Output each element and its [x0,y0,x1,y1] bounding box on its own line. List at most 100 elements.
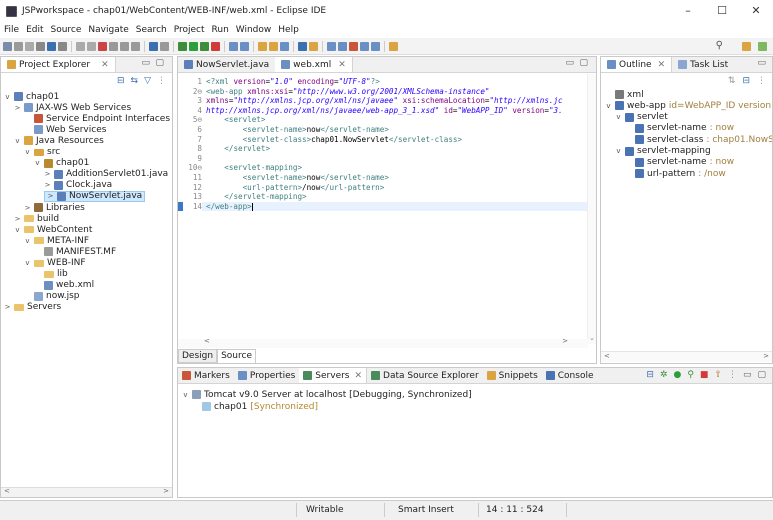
tab-servers[interactable]: Servers ✕ [299,368,368,383]
debug-icon[interactable] [178,41,187,51]
menu-source[interactable]: Source [51,25,82,35]
close-window-button[interactable]: ✕ [739,0,773,22]
tree-item[interactable]: v Java Resources [14,135,103,146]
code-line[interactable]: <servlet-class>chap01.NowServlet</servle… [206,135,462,144]
prev-annotation-icon[interactable] [338,41,347,51]
server-module-item[interactable]: chap01 [Synchronized] [202,401,318,412]
new-class-icon[interactable] [258,41,267,51]
step-into-icon[interactable] [109,41,118,51]
scroll-right-icon[interactable]: > [763,352,769,360]
tree-item[interactable]: > Servers [4,302,62,313]
publish-icon[interactable]: ⇧ [714,370,722,380]
code-line[interactable]: <?xml version="1.0" encoding="UTF-8"?> [206,77,380,86]
expand-toggle-icon[interactable]: v [24,148,31,156]
tree-item[interactable]: > AdditionServlet01.java [44,169,169,180]
horizontal-scrollbar[interactable]: < > [1,487,172,497]
collapse-all-icon[interactable]: ⊟ [117,76,125,86]
menu-help[interactable]: Help [278,25,299,35]
tree-item[interactable]: MANIFEST.MF [34,246,116,257]
tab-source[interactable]: Source [217,349,256,363]
expand-toggle-icon[interactable]: v [24,237,31,245]
close-icon[interactable]: ✕ [355,371,363,381]
minimize-editor-icon[interactable]: ▭ [565,58,574,68]
tree-item[interactable]: > Libraries [24,202,85,213]
external-tools-icon[interactable] [211,41,220,51]
run-icon[interactable] [189,41,198,51]
save-icon[interactable] [14,41,23,51]
tab-snippets[interactable]: Snippets [483,368,542,383]
code-line[interactable]: </servlet-mapping> [206,192,306,201]
tree-item[interactable]: web.xml [34,280,94,291]
tree-item[interactable]: v chap01 [4,91,59,102]
profile-server-icon[interactable]: ⚲ [687,370,694,380]
tree-item[interactable]: xml [605,89,644,100]
tree-item[interactable]: Web Services [24,124,106,135]
tree-item[interactable]: v servlet-mapping [615,146,710,157]
new-java-project-icon[interactable] [229,41,238,51]
scroll-left-icon[interactable]: < [204,337,210,345]
step-over-icon[interactable] [120,41,129,51]
view-menu-icon[interactable]: ⋮ [757,76,766,86]
perspective-debug-icon[interactable] [758,42,767,51]
code-line[interactable]: <servlet-mapping> [206,163,302,172]
tree-item[interactable]: > Clock.java [44,180,113,191]
link-with-editor-icon[interactable]: ⇆ [131,76,139,86]
close-icon[interactable]: ✕ [101,60,109,70]
open-type-icon[interactable] [47,41,56,51]
code-line[interactable]: <servlet> [206,115,265,124]
expand-toggle-icon[interactable]: v [4,93,11,101]
scroll-left-icon[interactable]: < [604,352,610,360]
scroll-left-icon[interactable]: < [4,487,10,495]
publish-icon[interactable] [160,41,169,51]
open-file-icon[interactable] [269,41,278,51]
open-perspective-icon[interactable] [309,41,318,51]
code-line[interactable]: <url-pattern>/now</url-pattern> [206,183,385,192]
debug-server-icon[interactable]: ✲ [660,370,668,380]
expand-toggle-icon[interactable]: v [615,147,622,155]
tab-outline[interactable]: Outline ✕ [601,57,673,72]
filter-icon[interactable]: ▽ [144,76,151,86]
expand-toggle-icon[interactable]: v [182,391,189,399]
editor-horizontal-scrollbar[interactable]: < > [178,337,588,348]
tab-design[interactable]: Design [178,349,218,363]
view-menu-icon[interactable]: ⋮ [728,370,737,380]
next-annotation-icon[interactable] [327,41,336,51]
tab-data-source-explorer[interactable]: Data Source Explorer [367,368,483,383]
scroll-down-icon[interactable]: ⌄ [589,334,595,342]
vertical-scrollbar[interactable]: ⌄ [587,74,596,344]
skip-breakpoints-icon[interactable] [76,41,85,51]
server-tomcat-item[interactable]: v Tomcat v9.0 Server at localhost [Debug… [182,389,471,400]
tab-nowservlet-java[interactable]: NowServlet.java [178,57,275,72]
minimize-view-icon[interactable]: ▭ [743,370,752,380]
code-line[interactable]: http://xmlns.jcp.org/xml/ns/javaee/web-a… [206,106,563,115]
minimize-view-icon[interactable]: ▭ [757,58,766,68]
tree-item[interactable]: > build [14,213,60,224]
save-all-icon[interactable] [25,41,34,51]
new-server-icon[interactable] [149,41,158,51]
expand-toggle-icon[interactable]: v [14,137,21,145]
stop-server-icon[interactable]: ■ [700,370,709,380]
code-line[interactable]: <servlet-name>now</servlet-name> [206,173,389,182]
scroll-right-icon[interactable]: > [562,337,568,345]
menu-file[interactable]: File [4,25,19,35]
sort-icon[interactable]: ⇅ [728,76,736,86]
expand-toggle-icon[interactable]: > [14,104,21,112]
expand-toggle-icon[interactable]: v [34,159,41,167]
tab-properties[interactable]: Properties [234,368,299,383]
print-icon[interactable] [36,41,45,51]
code-line[interactable]: xmlns="http://xmlns.jcp.org/xml/ns/javae… [206,96,563,105]
code-line[interactable]: </servlet> [206,144,270,153]
tab-console[interactable]: Console [542,368,598,383]
view-menu-icon[interactable]: ⋮ [157,76,166,86]
xml-source-editor[interactable]: 1 <?xml version="1.0" encoding="UTF-8"?> 2… [178,74,588,344]
minimize-button[interactable]: – [671,0,705,22]
tree-item[interactable]: v src [24,147,60,158]
outline-horizontal-scrollbar[interactable]: < > [601,351,772,362]
tree-item[interactable]: servlet-class: chap01.NowServlet [625,134,772,145]
collapse-all-icon[interactable]: ⊟ [742,76,750,86]
start-server-icon[interactable]: ● [673,370,681,380]
expand-toggle-icon[interactable]: v [605,102,612,110]
expand-toggle-icon[interactable]: > [47,192,54,200]
expand-toggle-icon[interactable]: > [24,204,31,212]
expand-toggle-icon[interactable]: > [4,303,11,311]
